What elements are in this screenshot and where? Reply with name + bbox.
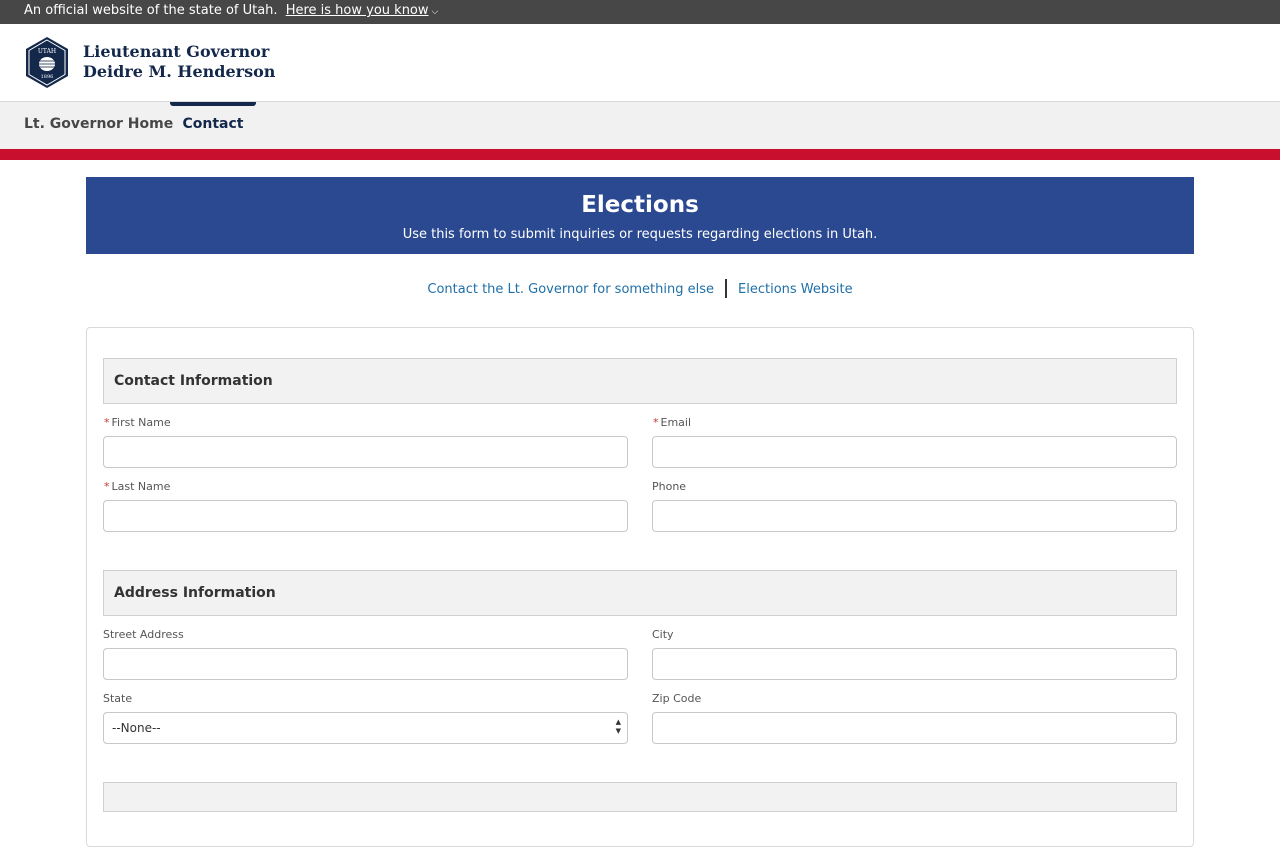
- required-marker: *: [653, 416, 659, 429]
- select-arrows-icon: ▲ ▼: [615, 718, 621, 735]
- nav-item-contact[interactable]: Contact: [170, 102, 256, 149]
- contact-lt-governor-link[interactable]: Contact the Lt. Governor for something e…: [427, 282, 714, 297]
- utah-seal-logo[interactable]: UTAH 1896: [24, 36, 70, 89]
- email-field[interactable]: [652, 436, 1177, 468]
- elections-website-link[interactable]: Elections Website: [738, 282, 853, 297]
- contact-information-heading: Contact Information: [103, 358, 1177, 404]
- state-label: State: [103, 692, 133, 705]
- how-you-know-label: Here is how you know: [285, 3, 429, 18]
- page-subtitle: Use this form to submit inquiries or req…: [402, 227, 878, 242]
- page-title: Elections: [581, 192, 699, 218]
- seal-utah-text: UTAH: [38, 48, 56, 55]
- first-name-field[interactable]: [103, 436, 628, 468]
- zip-code-field[interactable]: [652, 712, 1177, 744]
- city-field[interactable]: [652, 648, 1177, 680]
- city-label: City: [652, 628, 674, 641]
- first-name-label: * First Name: [104, 416, 171, 429]
- email-label-text: Email: [660, 416, 692, 429]
- official-site-banner: An official website of the state of Utah…: [0, 0, 1280, 24]
- required-marker: *: [104, 480, 110, 493]
- state-select[interactable]: --None-- ▲ ▼: [103, 712, 628, 744]
- next-section-heading: [103, 782, 1177, 812]
- site-brand[interactable]: Lieutenant Governor Deidre M. Henderson: [83, 42, 275, 82]
- nav-item-home[interactable]: Lt. Governor Home: [24, 102, 173, 149]
- last-name-label: * Last Name: [104, 480, 170, 493]
- address-information-heading: Address Information: [103, 570, 1177, 616]
- required-marker: *: [104, 416, 110, 429]
- chevron-down-icon: ⌵: [431, 7, 439, 17]
- link-separator: [725, 279, 728, 298]
- related-links: Contact the Lt. Governor for something e…: [0, 279, 1280, 299]
- first-name-label-text: First Name: [111, 416, 171, 429]
- brand-line-1: Lieutenant Governor: [83, 42, 270, 61]
- phone-label: Phone: [652, 480, 687, 493]
- last-name-label-text: Last Name: [111, 480, 171, 493]
- main-nav: Lt. Governor Home Contact: [0, 102, 1280, 149]
- last-name-field[interactable]: [103, 500, 628, 532]
- how-you-know-link[interactable]: Here is how you know ⌵: [286, 3, 439, 18]
- brand-line-2: Deidre M. Henderson: [83, 62, 276, 81]
- seal-year-text: 1896: [41, 74, 54, 80]
- accent-divider: [0, 149, 1280, 160]
- page-banner: Elections Use this form to submit inquir…: [86, 177, 1194, 254]
- state-select-value: --None--: [112, 721, 161, 735]
- phone-field[interactable]: [652, 500, 1177, 532]
- site-header: UTAH 1896 Lieutenant Governor Deidre M. …: [0, 24, 1280, 102]
- street-address-field[interactable]: [103, 648, 628, 680]
- official-site-text: An official website of the state of Utah…: [24, 3, 278, 18]
- email-label: * Email: [653, 416, 691, 429]
- zip-code-label: Zip Code: [652, 692, 702, 705]
- street-address-label: Street Address: [103, 628, 184, 641]
